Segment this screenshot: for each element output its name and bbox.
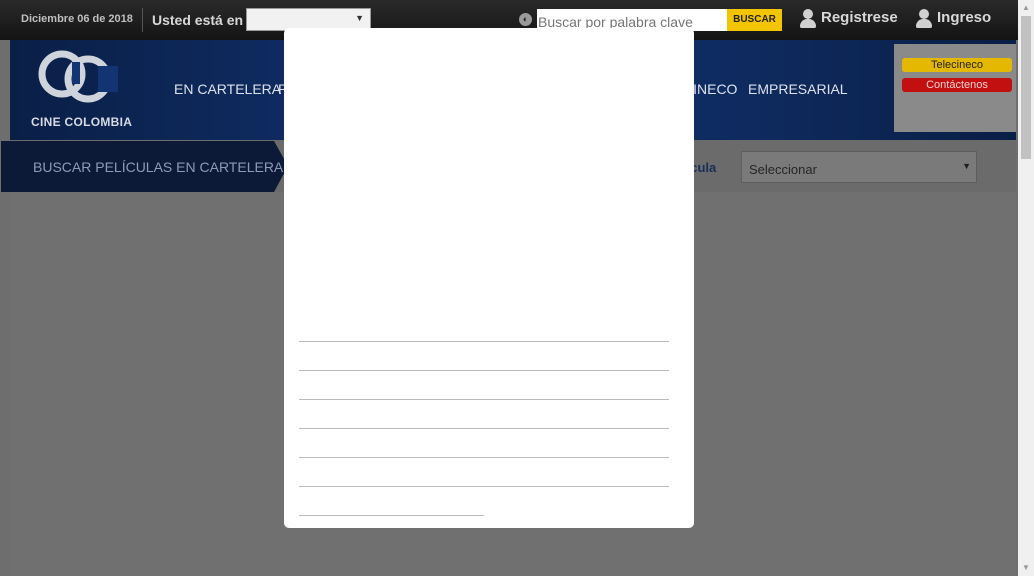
- modal-divider: [299, 457, 669, 458]
- register-user-icon[interactable]: [800, 9, 816, 29]
- contactenos-link[interactable]: Contáctenos: [902, 78, 1012, 92]
- search-strip-title: BUSCAR PELÍCULAS EN CARTELERA: [33, 159, 284, 175]
- brand-name: CINE COLOMBIA: [31, 115, 133, 129]
- register-link[interactable]: Registrese: [821, 9, 898, 26]
- globe-icon: ◐: [519, 13, 532, 26]
- page-scrollbar[interactable]: ▲ ▼: [1018, 0, 1034, 576]
- chevron-down-icon: ▼: [355, 13, 364, 23]
- location-label: Usted está en: [152, 12, 244, 28]
- movie-select-value: Seleccionar: [749, 162, 817, 177]
- modal-divider: [299, 370, 669, 371]
- chevron-down-icon: ▼: [962, 161, 971, 171]
- movie-select[interactable]: Seleccionar ▼: [741, 151, 977, 183]
- modal-dialog: [284, 28, 694, 528]
- divider: [142, 8, 143, 32]
- nav-en-cartelera[interactable]: EN CARTELERA: [174, 81, 281, 97]
- scroll-up-icon[interactable]: ▲: [1022, 3, 1030, 12]
- search-button[interactable]: BUSCAR: [727, 9, 782, 31]
- modal-divider: [299, 399, 669, 400]
- modal-divider: [299, 341, 669, 342]
- nav-empresarial[interactable]: EMPRESARIAL: [748, 81, 848, 97]
- current-date: Diciembre 06 de 2018: [21, 13, 133, 25]
- modal-divider: [299, 428, 669, 429]
- telecineco-link[interactable]: Telecineco: [902, 58, 1012, 72]
- scroll-down-icon[interactable]: ▼: [1022, 563, 1030, 572]
- login-user-icon[interactable]: [916, 9, 932, 29]
- modal-divider: [299, 486, 669, 487]
- scroll-thumb[interactable]: [1021, 16, 1031, 159]
- quick-links-box: Telecineco Contáctenos: [894, 44, 1016, 132]
- login-link[interactable]: Ingreso: [937, 9, 991, 26]
- cine-colombia-logo[interactable]: [38, 46, 118, 106]
- modal-divider: [299, 515, 484, 516]
